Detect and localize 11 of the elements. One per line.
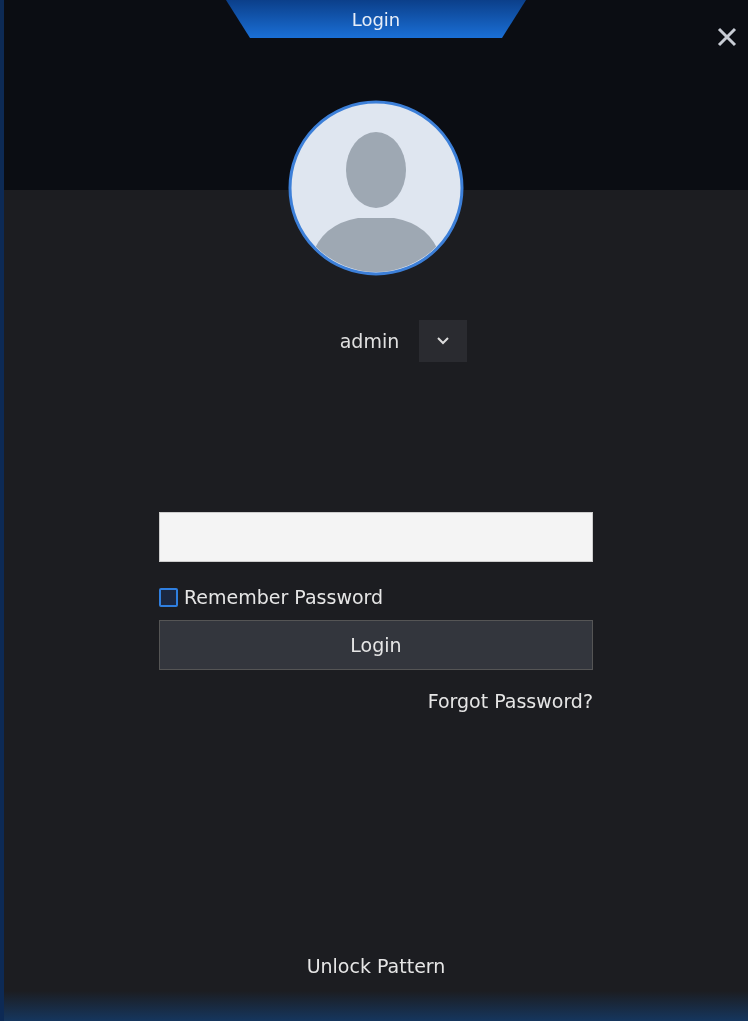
window-title: Login bbox=[226, 0, 526, 38]
remember-password-label[interactable]: Remember Password bbox=[184, 586, 384, 608]
username-label: admin bbox=[339, 330, 400, 352]
unlock-pattern-link[interactable]: Unlock Pattern bbox=[306, 955, 446, 977]
avatar-silhouette-icon bbox=[288, 100, 464, 276]
remember-checkbox[interactable] bbox=[159, 587, 178, 607]
forgot-password-link[interactable]: Forgot Password? bbox=[427, 690, 593, 712]
chevron-down-icon bbox=[437, 337, 450, 345]
close-icon[interactable] bbox=[716, 26, 738, 48]
password-field[interactable] bbox=[159, 512, 593, 562]
login-button[interactable]: Login bbox=[159, 620, 593, 670]
